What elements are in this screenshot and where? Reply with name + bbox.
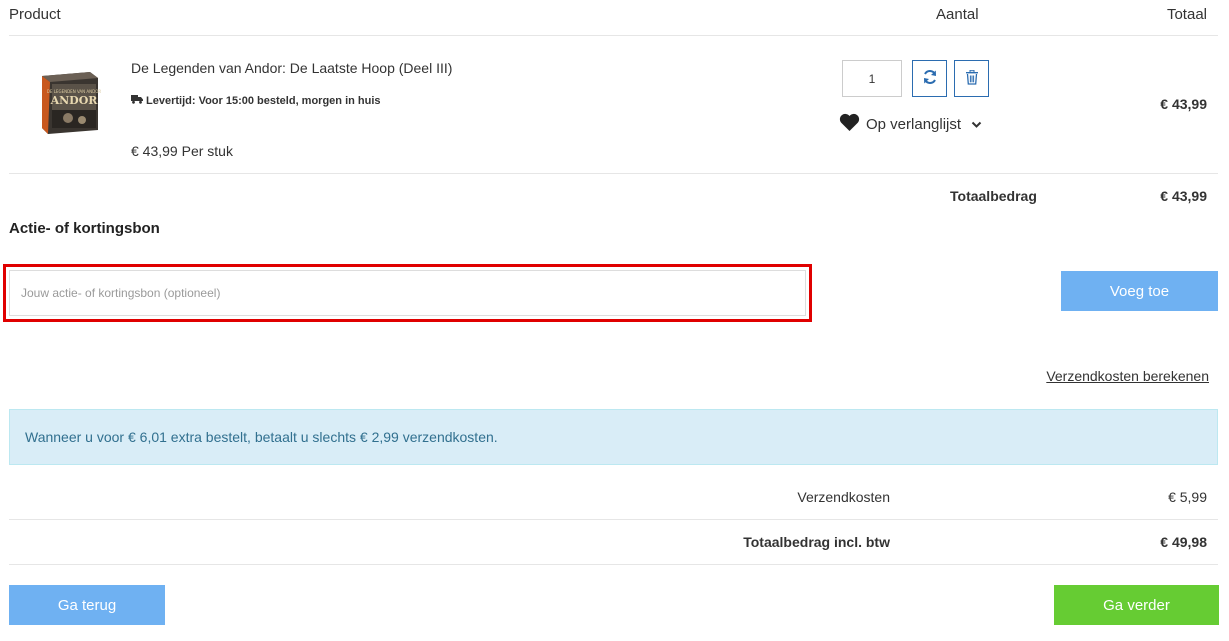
- calculate-shipping-link[interactable]: Verzendkosten berekenen: [1046, 368, 1209, 384]
- thumbnail-logo-text: ANDOR: [50, 94, 99, 107]
- column-header-total: Totaal: [1166, 6, 1207, 23]
- coupon-title: Actie- of kortingsbon: [9, 220, 160, 237]
- refresh-icon: [922, 69, 938, 88]
- remove-item-button[interactable]: [954, 60, 989, 97]
- add-coupon-button[interactable]: Voeg toe: [1061, 271, 1218, 311]
- product-thumbnail[interactable]: DE LEGENDEN VAN ANDOR ANDOR: [38, 70, 102, 136]
- delivery-text: Levertijd: Voor 15:00 besteld, morgen in…: [146, 95, 381, 107]
- wishlist-toggle[interactable]: Op verlanglijst: [839, 113, 982, 136]
- grand-total-label: Totaalbedrag incl. btw: [743, 534, 890, 550]
- delivery-info: Levertijd: Voor 15:00 besteld, morgen in…: [131, 95, 381, 107]
- summary-divider-1: [9, 519, 1218, 520]
- truck-icon: [131, 95, 143, 107]
- unit-price: € 43,99 Per stuk: [131, 143, 233, 159]
- go-back-button[interactable]: Ga terug: [9, 585, 165, 625]
- coupon-input[interactable]: [9, 270, 806, 316]
- item-divider: [9, 173, 1218, 174]
- summary-divider-2: [9, 564, 1218, 565]
- column-header-quantity: Aantal: [936, 6, 979, 23]
- column-header-product: Product: [9, 6, 61, 23]
- shipping-cost-label: Verzendkosten: [797, 489, 890, 505]
- chevron-down-icon: [971, 116, 982, 133]
- header-divider: [9, 35, 1218, 36]
- trash-icon: [965, 69, 979, 88]
- shipping-notice: Wanneer u voor € 6,01 extra bestelt, bet…: [9, 409, 1218, 465]
- grand-total-value: € 49,98: [1160, 534, 1207, 550]
- shipping-cost-value: € 5,99: [1168, 489, 1207, 505]
- quantity-input[interactable]: [842, 60, 902, 97]
- heart-icon: [839, 113, 860, 136]
- update-quantity-button[interactable]: [912, 60, 947, 97]
- wishlist-label: Op verlanglijst: [866, 116, 962, 133]
- subtotal-value: € 43,99: [1160, 188, 1207, 204]
- subtotal-label: Totaalbedrag: [950, 188, 1037, 204]
- line-total: € 43,99: [1160, 96, 1207, 112]
- product-name[interactable]: De Legenden van Andor: De Laatste Hoop (…: [131, 60, 452, 76]
- continue-button[interactable]: Ga verder: [1054, 585, 1219, 625]
